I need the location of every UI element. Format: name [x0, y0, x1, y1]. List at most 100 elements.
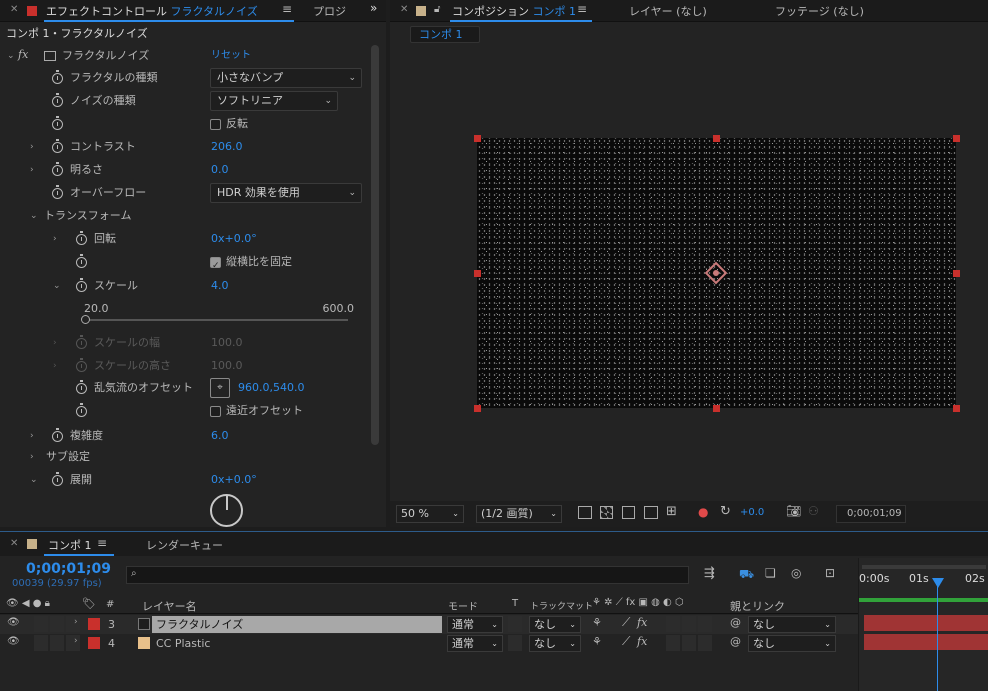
shy-switch-icon[interactable]: ⚘: [592, 635, 602, 648]
quality-switch-icon[interactable]: ⟋: [622, 634, 630, 649]
stopwatch-icon[interactable]: [76, 231, 87, 245]
stopwatch-icon[interactable]: [52, 70, 63, 84]
chevron-right-icon[interactable]: ›: [74, 617, 78, 627]
slider-thumb[interactable]: [81, 315, 90, 324]
fractal-type-dropdown[interactable]: 小さなバンプ ⌄: [210, 68, 362, 88]
transform-handle[interactable]: [713, 135, 720, 142]
label-color-swatch[interactable]: [88, 618, 100, 630]
adjustment-switch[interactable]: [682, 616, 696, 632]
transparency-grid-icon[interactable]: [600, 506, 613, 519]
close-icon[interactable]: ✕: [400, 4, 408, 15]
stopwatch-icon[interactable]: [76, 380, 87, 394]
tab-layer[interactable]: レイヤー (なし): [629, 3, 707, 19]
rotation-value[interactable]: 0x+0.0°: [211, 228, 257, 250]
close-icon[interactable]: ✕: [10, 4, 18, 15]
shy-layers-icon[interactable]: ⛟: [739, 567, 754, 583]
transform-handle[interactable]: [713, 405, 720, 412]
stopwatch-icon[interactable]: [76, 403, 87, 417]
layer-bar-3[interactable]: [864, 615, 988, 631]
comp-nav-chip[interactable]: コンポ 1: [410, 26, 480, 43]
transform-handle[interactable]: [953, 135, 960, 142]
layer-name-field[interactable]: フラクタルノイズ: [152, 616, 442, 633]
evolution-value[interactable]: 0x+0.0°: [211, 469, 257, 491]
mask-visibility-icon[interactable]: [622, 506, 635, 519]
fx-icon[interactable]: fx: [637, 635, 647, 648]
hamburger-icon[interactable]: ≡: [577, 2, 587, 16]
current-time-display[interactable]: 0;00;01;09: [836, 505, 906, 523]
complexity-value[interactable]: 6.0: [211, 425, 229, 447]
stopwatch-icon[interactable]: [76, 278, 87, 292]
fast-preview-icon[interactable]: [578, 506, 592, 519]
lock-icon[interactable]: 🔓︎: [434, 4, 440, 15]
color-channels-icon[interactable]: ●: [698, 505, 708, 519]
comp-viewer[interactable]: [390, 47, 988, 499]
shy-switch-icon[interactable]: ⚘: [592, 616, 602, 629]
transform-handle[interactable]: [953, 405, 960, 412]
chevron-right-icon[interactable]: ›: [30, 136, 34, 158]
group-sub-settings[interactable]: › サブ設定: [0, 446, 370, 468]
transform-handle[interactable]: [474, 405, 481, 412]
motion-blur-switch[interactable]: [666, 635, 680, 651]
scale-slider[interactable]: 20.0 600.0: [81, 302, 354, 332]
3d-switch[interactable]: [698, 616, 712, 632]
chevron-right-icon[interactable]: ›: [30, 425, 34, 447]
audio-switch[interactable]: [34, 616, 48, 632]
lock-switch[interactable]: [66, 616, 80, 632]
timeline-timecode[interactable]: 0;00;01;09: [26, 561, 111, 577]
close-icon[interactable]: ✕: [10, 538, 18, 549]
tab-footage[interactable]: フッテージ (なし): [775, 3, 864, 19]
solo-switch[interactable]: [50, 616, 64, 632]
offset-turbulence-value[interactable]: 960.0,540.0: [238, 377, 304, 399]
parent-dropdown[interactable]: なし ⌄: [748, 616, 836, 633]
exposure-value[interactable]: +0.0: [740, 507, 764, 518]
tab-effect-controls[interactable]: エフェクトコントロール フラクタルノイズ: [46, 3, 258, 19]
transform-handle[interactable]: [474, 270, 481, 277]
trackmatte-dropdown[interactable]: なし ⌄: [529, 635, 581, 652]
layer-row[interactable]: 👁︎ › 3 フラクタルノイズ 通常 ⌄ なし ⌄ ⚘ ⟋ fx @ なし ⌄: [0, 615, 858, 634]
invert-checkbox[interactable]: [210, 119, 221, 130]
vertical-scrollbar[interactable]: [371, 45, 379, 445]
eye-icon[interactable]: 👁︎: [7, 617, 20, 628]
stopwatch-icon[interactable]: [52, 116, 63, 130]
layer-name-field[interactable]: CC Plastic: [152, 635, 442, 652]
label-color-swatch[interactable]: [88, 637, 100, 649]
tab-comp1[interactable]: コンポ 1: [48, 537, 92, 553]
pick-whip-icon[interactable]: @: [730, 635, 741, 648]
contrast-value[interactable]: 206.0: [211, 136, 243, 158]
preserve-transparency-switch[interactable]: [508, 616, 522, 632]
uniform-scaling-checkbox[interactable]: [210, 255, 221, 277]
motion-blur-switch[interactable]: [666, 616, 680, 632]
pick-whip-icon[interactable]: @: [730, 616, 741, 629]
stopwatch-icon[interactable]: [52, 472, 63, 486]
group-transform[interactable]: ⌄ トランスフォーム: [0, 205, 370, 227]
overflow-chevrons-icon[interactable]: »: [370, 1, 377, 15]
crosshair-point-icon[interactable]: ⌖: [210, 378, 230, 398]
stopwatch-icon[interactable]: [52, 139, 63, 153]
region-of-interest-icon[interactable]: [644, 506, 658, 519]
chevron-right-icon[interactable]: ›: [30, 159, 34, 181]
mode-dropdown[interactable]: 通常 ⌄: [447, 616, 503, 633]
reset-exposure-icon[interactable]: ↻: [720, 504, 731, 519]
mode-dropdown[interactable]: 通常 ⌄: [447, 635, 503, 652]
hamburger-icon[interactable]: ≡: [97, 536, 107, 550]
adjustment-switch[interactable]: [682, 635, 696, 651]
frame-blending-icon[interactable]: ❏: [765, 566, 776, 580]
stopwatch-icon[interactable]: [52, 185, 63, 199]
layer-search-input[interactable]: ⌕: [126, 566, 689, 584]
trackmatte-dropdown[interactable]: なし ⌄: [529, 616, 581, 633]
scale-value[interactable]: 4.0: [211, 275, 229, 297]
chevron-down-icon[interactable]: ⌄: [30, 469, 38, 491]
stopwatch-icon[interactable]: [52, 162, 63, 176]
perspective-offset-checkbox[interactable]: [210, 406, 221, 417]
evolution-dial[interactable]: [210, 494, 243, 527]
preserve-transparency-switch[interactable]: [508, 635, 522, 651]
resolution-dropdown[interactable]: (1/2 画質) ⌄: [476, 505, 562, 523]
playhead-icon[interactable]: [932, 578, 944, 588]
parent-dropdown[interactable]: なし ⌄: [748, 635, 836, 652]
transform-handle[interactable]: [953, 270, 960, 277]
chevron-right-icon[interactable]: ›: [30, 446, 34, 468]
audio-switch[interactable]: [34, 635, 48, 651]
stopwatch-icon[interactable]: [76, 254, 87, 268]
quality-switch-icon[interactable]: ⟋: [622, 615, 630, 630]
eye-icon[interactable]: 👁︎: [7, 636, 20, 647]
